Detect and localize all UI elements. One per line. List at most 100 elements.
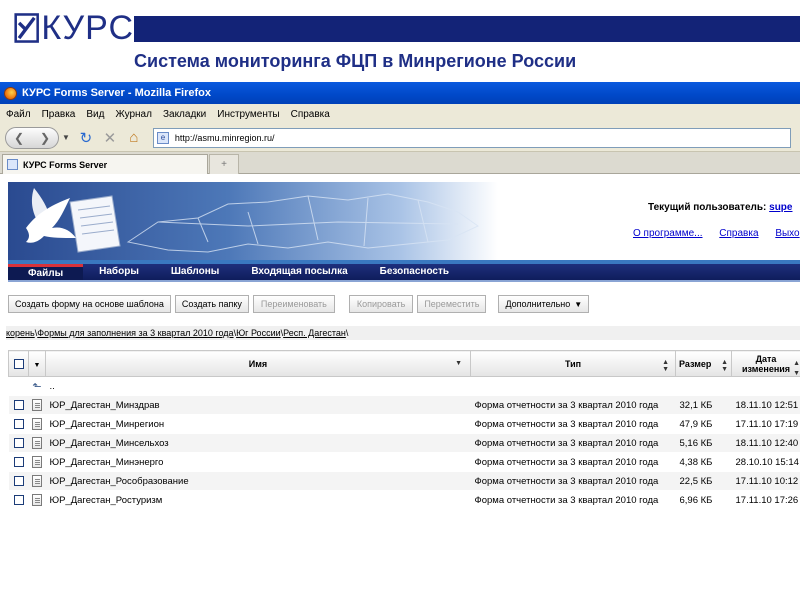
file-icon [32,437,42,449]
nav-sets[interactable]: Наборы [83,264,155,280]
table-row[interactable]: ЮР_Дагестан_Рособразование Форма отчетнос… [8,471,800,491]
column-modified-label: Дата изменения [741,353,791,374]
menu-history[interactable]: Журнал [115,109,152,120]
file-name[interactable]: ЮР_Дагестан_Минрегион [45,414,471,434]
table-row[interactable]: ЮР_Дагестан_Ростуризм Форма отчетности за… [8,490,800,510]
banner-art [8,182,498,262]
current-user-name[interactable]: supe [769,202,792,213]
folder-up-icon[interactable]: ⬑ [32,380,41,393]
file-icon [32,475,42,487]
menu-edit[interactable]: Правка [42,109,76,120]
row-checkbox[interactable] [13,494,24,505]
menu-bar: Файл Правка Вид Журнал Закладки Инструме… [0,104,800,124]
menu-help[interactable]: Справка [291,109,330,120]
table-row[interactable]: ЮР_Дагестан_Минздрав Форма отчетности за … [8,395,800,415]
column-name[interactable]: Имя ▼ [45,350,471,377]
create-folder-button[interactable]: Создать папку [174,295,249,313]
column-name-label: Имя [248,358,268,369]
nav-inbox[interactable]: Входящая посылка [235,264,363,280]
breadcrumb-forms-q3-2010[interactable]: Формы для заполнения за 3 квартал 2010 г… [37,328,233,338]
breadcrumb-south-russia[interactable]: Юг России [236,328,281,338]
file-name[interactable]: ЮР_Дагестан_Рособразование [45,471,471,491]
row-checkbox[interactable] [13,437,24,448]
home-icon[interactable]: ⌂ [123,127,145,149]
sort-icon[interactable]: ▲ ▼ [721,359,728,373]
sort-icon[interactable]: ▲ ▼ [662,359,669,373]
current-user-label: Текущий пользователь: [648,202,767,213]
history-dropdown-icon[interactable]: ▼ [62,133,70,142]
nav-security[interactable]: Безопасность [364,264,465,280]
breadcrumb-root[interactable]: корень [6,328,35,338]
row-checkbox[interactable] [13,475,24,486]
file-name[interactable]: ЮР_Дагестан_Минздрав [45,395,471,415]
file-icon [32,399,42,411]
row-checkbox[interactable] [13,399,24,410]
move-button[interactable]: Переместить [417,295,487,313]
help-link[interactable]: Справка [719,228,758,239]
copy-button[interactable]: Копировать [348,295,414,313]
file-modified: 18.11.10 12:51 [731,395,800,415]
nav-templates[interactable]: Шаблоны [155,264,235,280]
rename-button[interactable]: Переименовать [252,295,335,313]
window-titlebar[interactable]: КУРС Forms Server - Mozilla Firefox [0,82,800,104]
column-size[interactable]: Размер ▲ ▼ [675,350,732,377]
file-modified: 17.11.10 10:12 [731,471,800,491]
select-all-checkbox[interactable] [13,358,24,369]
parent-folder-link[interactable]: .. [45,376,471,396]
column-menu-header[interactable]: ▼ [28,350,46,377]
file-size: 22,5 КБ [675,471,732,491]
table-row[interactable]: ЮР_Дагестан_Минсельхоз Форма отчетности з… [8,433,800,453]
file-modified: 18.11.10 12:40 [731,433,800,453]
about-link[interactable]: О программе... [633,228,703,239]
row-checkbox[interactable] [13,456,24,467]
file-table: ▼ Имя ▼ Тип ▲ ▼ Размер ▲ ▼ Дата изменения ▲ ▼ ⬑… [8,350,800,510]
browser-window: КУРС Forms Server - Mozilla Firefox Файл… [0,82,800,600]
breadcrumb-dagestan[interactable]: Респ. Дагестан [283,328,346,338]
window-title: КУРС Forms Server - Mozilla Firefox [22,87,211,99]
stop-icon[interactable]: ✕ [99,127,121,149]
menu-bookmarks[interactable]: Закладки [163,109,206,120]
table-header-row: ▼ Имя ▼ Тип ▲ ▼ Размер ▲ ▼ Дата изменения ▲ ▼ [8,350,800,379]
breadcrumb-separator: \ [345,328,349,338]
row-checkbox[interactable] [13,418,24,429]
breadcrumb: корень \ Формы для заполнения за 3 квартал… [6,326,800,340]
sort-icon[interactable]: ▲ ▼ [793,359,800,379]
sort-icon[interactable]: ▼ [455,360,462,367]
nav-files[interactable]: Файлы [8,264,84,280]
tab-kurs-forms-server[interactable]: КУРС Forms Server [2,154,208,174]
forward-icon[interactable]: ❯ [40,131,50,145]
tab-bar: КУРС Forms Server + [0,152,800,174]
slide-title: Система мониторинга ФЦП в Минрегионе Рос… [134,51,577,71]
file-name[interactable]: ЮР_Дагестан_Минэнерго [45,452,471,472]
back-icon[interactable]: ❮ [14,131,24,145]
select-all-header[interactable] [8,350,29,377]
file-modified: 17.11.10 17:26 [731,490,800,510]
url-text: http://asmu.minregion.ru/ [174,132,275,143]
url-bar[interactable]: e http://asmu.minregion.ru/ [152,127,791,148]
table-row-parent[interactable]: ⬑ .. [8,376,800,396]
menu-file[interactable]: Файл [6,109,31,120]
create-from-template-button[interactable]: Создать форму на основе шаблона [8,295,171,313]
new-tab-icon: + [221,159,227,170]
logout-link[interactable]: Выхо [775,228,799,239]
navigation-toolbar: ❮ ❯ ▼ ↻ ✕ ⌂ e http://asmu.minregion.ru/ [0,124,800,152]
menu-tools[interactable]: Инструменты [217,109,279,120]
column-modified[interactable]: Дата изменения ▲ ▼ [731,350,800,379]
file-name[interactable]: ЮР_Дагестан_Ростуризм [45,490,471,510]
menu-view[interactable]: Вид [86,109,104,120]
table-row[interactable]: ЮР_Дагестан_Минрегион Форма отчетности за… [8,414,800,434]
file-name[interactable]: ЮР_Дагестан_Минсельхоз [45,433,471,453]
document-icon [69,195,121,253]
file-type: Форма отчетности за 3 квартал 2010 года [470,395,676,415]
file-type: Форма отчетности за 3 квартал 2010 года [470,471,676,491]
column-type[interactable]: Тип ▲ ▼ [470,350,676,377]
reload-icon[interactable]: ↻ [75,127,97,149]
dropdown-caret-icon: ▼ [574,299,583,309]
more-actions-button[interactable]: Дополнительно ▼ [498,295,590,313]
new-tab-button[interactable]: + [209,154,239,174]
file-modified: 28.10.10 15:14 [731,452,800,472]
column-menu-icon[interactable]: ▼ [34,362,41,369]
table-row[interactable]: ЮР_Дагестан_Минэнерго Форма отчетности за… [8,452,800,472]
file-size: 5,16 КБ [675,433,732,453]
file-icon [32,418,42,430]
